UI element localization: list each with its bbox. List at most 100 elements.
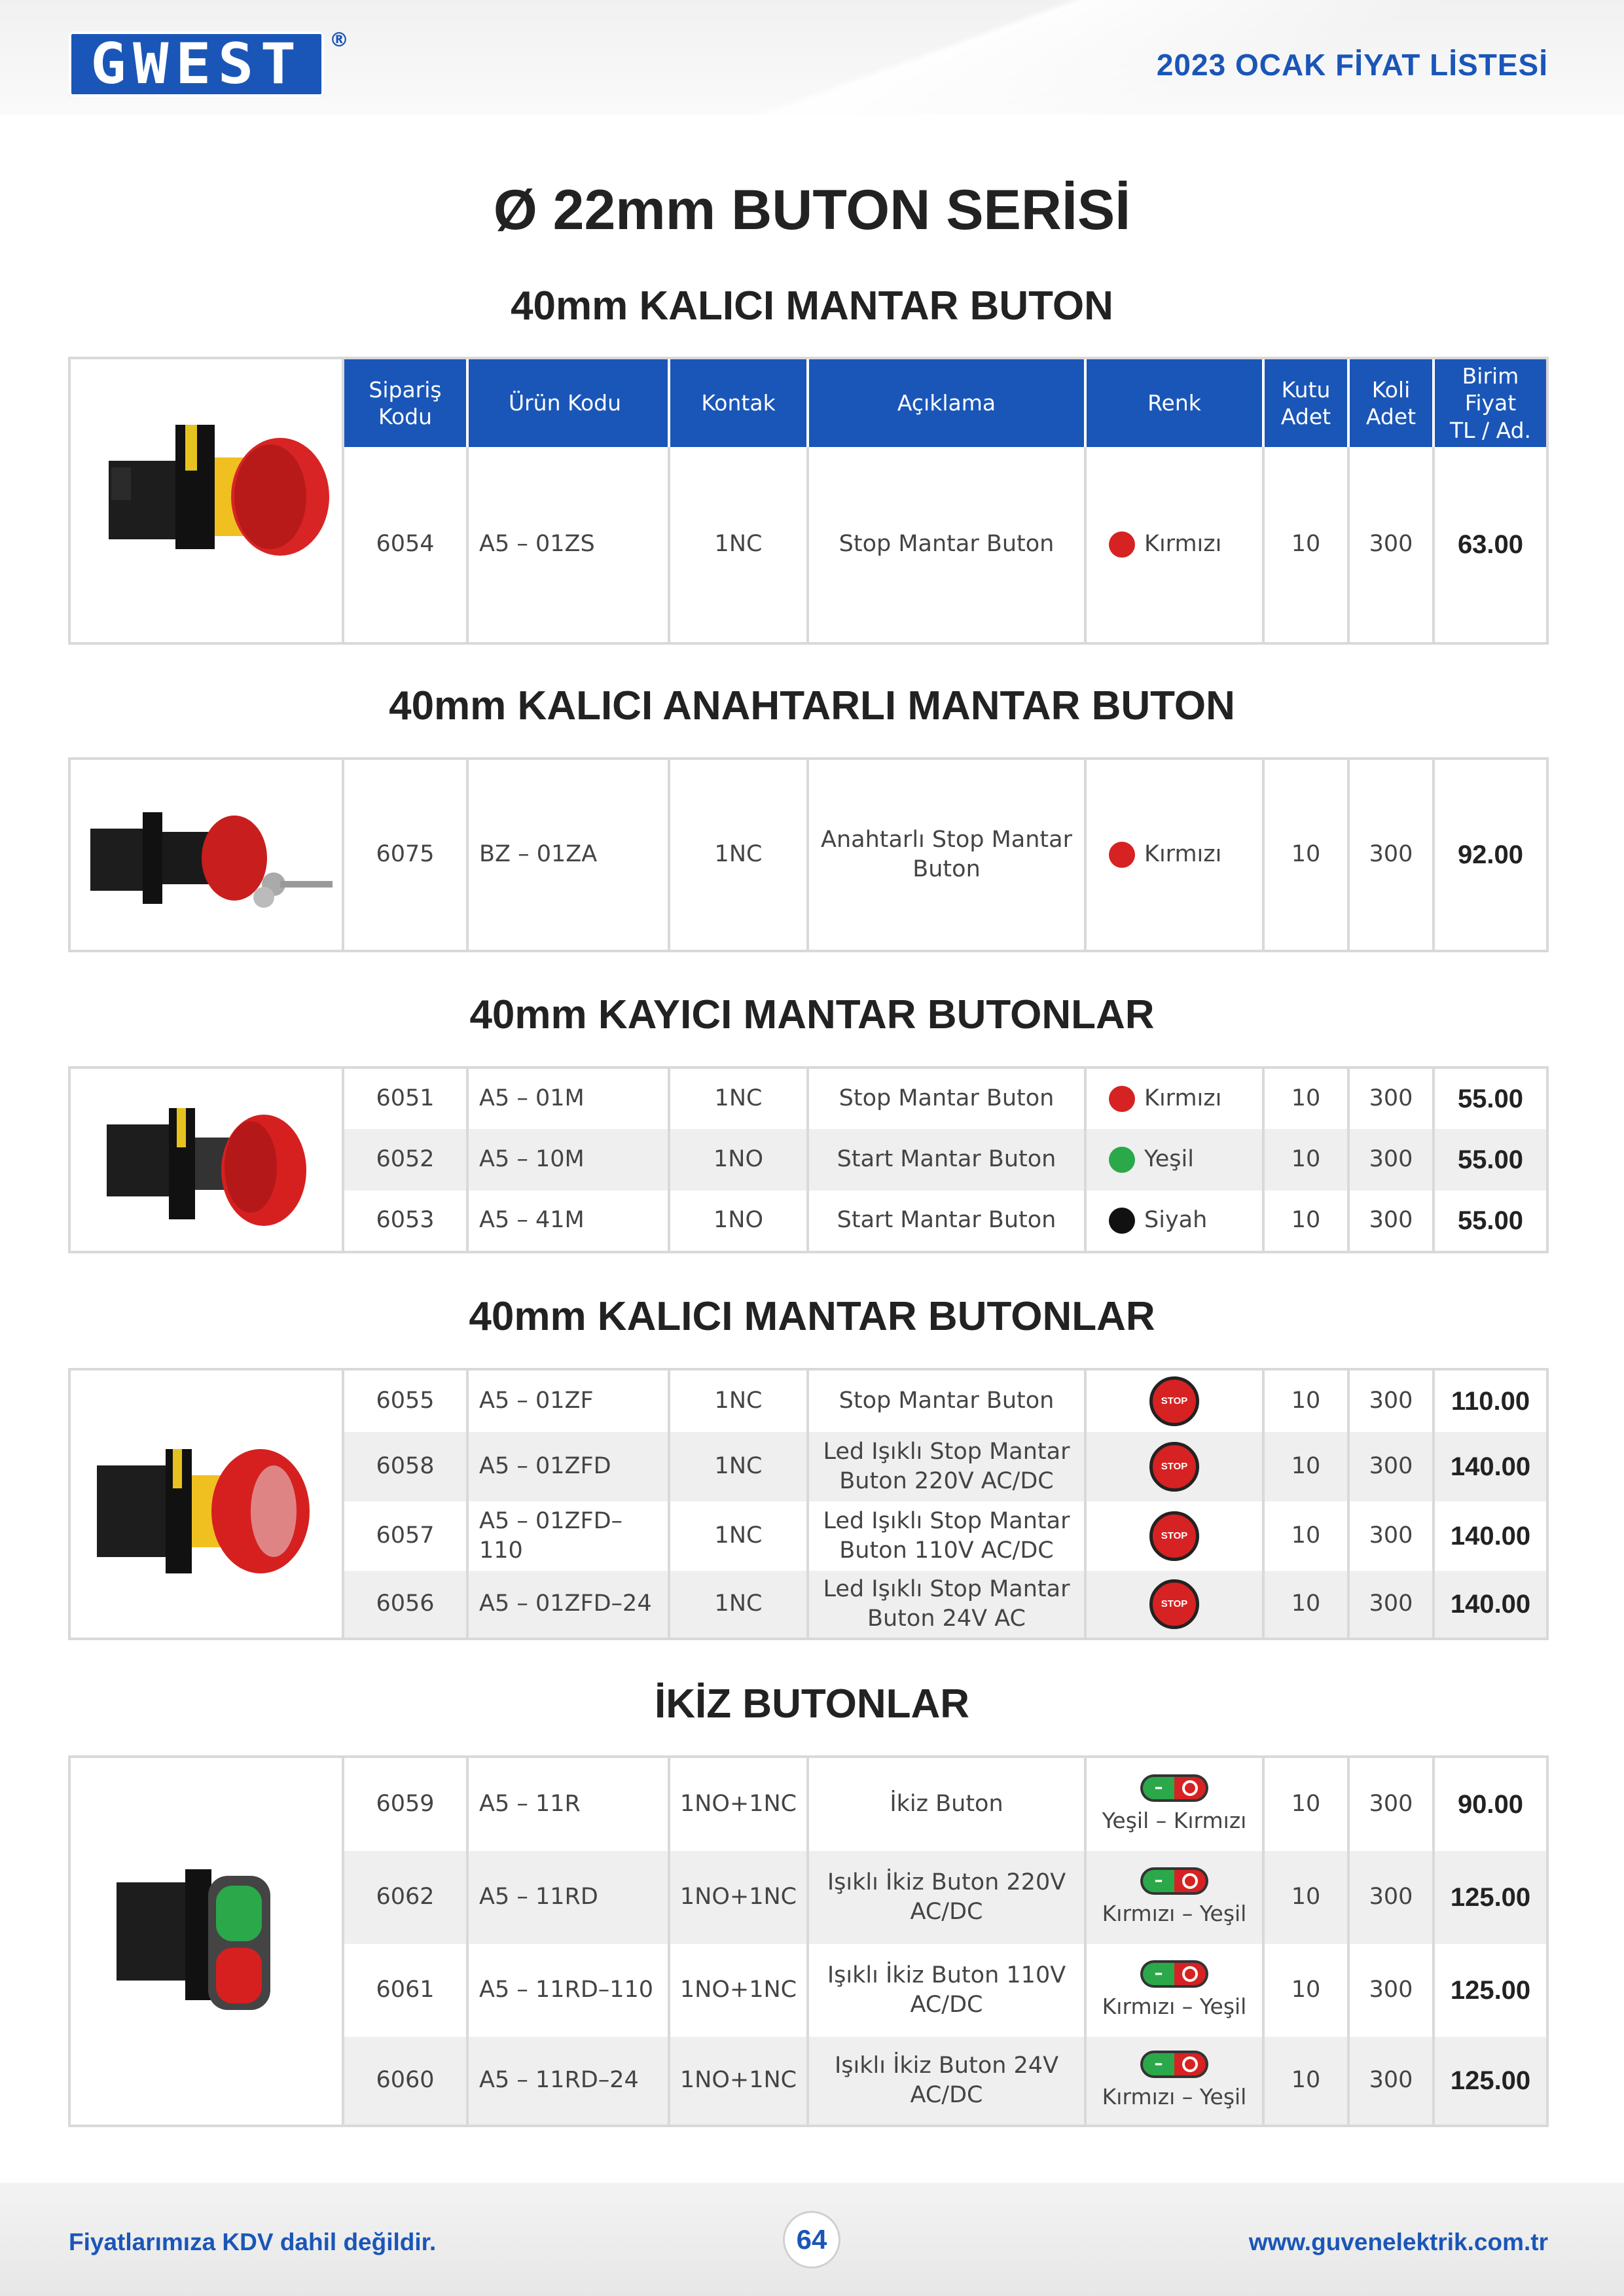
kontak: 1NC (670, 1371, 809, 1432)
aciklama: İkiz Buton (809, 1758, 1087, 1851)
renk: STOP (1087, 1371, 1265, 1432)
koli-adet: 300 (1350, 1758, 1435, 1851)
product-table: 6075 BZ – 01ZA 1NC Anahtarlı Stop Mantar… (68, 757, 1549, 952)
urun-kodu: A5 – 01ZFD (469, 1432, 670, 1501)
koli-adet: 300 (1350, 1432, 1435, 1501)
kontak: 1NO+1NC (670, 1851, 809, 1944)
siparis-kodu: 6056 (344, 1571, 469, 1638)
table-row: 6057 A5 – 01ZFD–110 1NC Led Işıklı Stop … (344, 1501, 1546, 1571)
website-link[interactable]: www.guvenelektrik.com.tr (1249, 2229, 1548, 2256)
section-title: 40mm KAYICI MANTAR BUTONLAR (469, 992, 1155, 1037)
kontak: 1NO+1NC (670, 1944, 809, 2037)
product-image-key-button (71, 760, 344, 950)
birim-fiyat: 110.00 (1451, 1387, 1530, 1416)
renk: Kırmızı (1087, 447, 1265, 642)
koli-adet: 300 (1350, 447, 1435, 642)
koli-adet: 300 (1350, 1944, 1435, 2037)
twin-button-icon: – (1140, 1774, 1208, 1802)
kutu-adet: 10 (1265, 1371, 1350, 1432)
kontak: 1NC (670, 1069, 809, 1129)
urun-kodu: BZ – 01ZA (469, 760, 670, 950)
renk: Kırmızı (1087, 760, 1265, 950)
kontak: 1NC (670, 1432, 809, 1501)
table-row: 6060 A5 – 11RD–24 1NO+1NC Işıklı İkiz Bu… (344, 2037, 1546, 2125)
header-urun-kodu: Ürün Kodu (469, 359, 670, 447)
twin-button-icon: – (1140, 1867, 1208, 1895)
table-row: 6062 A5 – 11RD 1NO+1NC Işıklı İkiz Buton… (344, 1851, 1546, 1944)
koli-adet: 300 (1350, 1571, 1435, 1638)
siparis-kodu: 6060 (344, 2037, 469, 2125)
birim-fiyat: 63.00 (1457, 530, 1524, 559)
renk: – Yeşil – Kırmızı (1087, 1758, 1265, 1851)
product-image-mushroom-button (71, 359, 344, 642)
birim-fiyat: 55.00 (1457, 1085, 1524, 1113)
aciklama: Stop Mantar Buton (809, 1069, 1087, 1129)
stop-icon: STOP (1149, 1579, 1199, 1629)
siparis-kodu: 6075 (344, 760, 469, 950)
twin-button-icon: – (1140, 2050, 1208, 2078)
siparis-kodu: 6062 (344, 1851, 469, 1944)
table-row: 6061 A5 – 11RD–110 1NO+1NC Işıklı İkiz B… (344, 1944, 1546, 2037)
kontak: 1NO (670, 1191, 809, 1251)
stop-icon: STOP (1149, 1511, 1199, 1561)
siparis-kodu: 6055 (344, 1371, 469, 1432)
aciklama: Işıklı İkiz Buton 220V AC/DC (809, 1851, 1087, 1944)
birim-fiyat: 55.00 (1457, 1206, 1524, 1235)
koli-adet: 300 (1350, 1129, 1435, 1191)
header-renk: Renk (1087, 359, 1265, 447)
page-title: Ø 22mm BUTON SERİSİ (493, 179, 1131, 242)
renk: STOP (1087, 1501, 1265, 1571)
kutu-adet: 10 (1265, 1432, 1350, 1501)
siparis-kodu: 6054 (344, 447, 469, 642)
product-table: 6051 A5 – 01M 1NC Stop Mantar Buton Kırm… (68, 1066, 1549, 1253)
urun-kodu: A5 – 10M (469, 1129, 670, 1191)
kontak: 1NO (670, 1129, 809, 1191)
kontak: 1NC (670, 447, 809, 642)
red-dot-icon (1109, 531, 1135, 558)
table-row: 6053 A5 – 41M 1NO Start Mantar Buton Siy… (344, 1191, 1546, 1251)
aciklama: Işıklı İkiz Buton 24V AC/DC (809, 2037, 1087, 2125)
aciklama: Anahtarlı Stop Mantar Buton (809, 760, 1087, 950)
koli-adet: 300 (1350, 2037, 1435, 2125)
product-image-twin-button (71, 1758, 344, 2125)
renk: STOP (1087, 1571, 1265, 1638)
kutu-adet: 10 (1265, 1944, 1350, 2037)
red-dot-icon (1109, 842, 1135, 868)
siparis-kodu: 6058 (344, 1432, 469, 1501)
renk: Siyah (1087, 1191, 1265, 1251)
renk: – Kırmızı – Yeşil (1087, 2037, 1265, 2125)
renk: – Kırmızı – Yeşil (1087, 1851, 1265, 1944)
kutu-adet: 10 (1265, 760, 1350, 950)
header-kutu-adet: Kutu Adet (1265, 359, 1350, 447)
kutu-adet: 10 (1265, 1851, 1350, 1944)
red-dot-icon (1109, 1086, 1135, 1112)
aciklama: Start Mantar Buton (809, 1191, 1087, 1251)
kontak: 1NO+1NC (670, 2037, 809, 2125)
siparis-kodu: 6053 (344, 1191, 469, 1251)
kutu-adet: 10 (1265, 1758, 1350, 1851)
table-header-row: Sipariş Kodu Ürün Kodu Kontak Açıklama R… (344, 359, 1546, 447)
table-row: 6059 A5 – 11R 1NO+1NC İkiz Buton – Yeşil … (344, 1758, 1546, 1851)
kutu-adet: 10 (1265, 447, 1350, 642)
renk: Yeşil (1087, 1129, 1265, 1191)
table-row: 6056 A5 – 01ZFD–24 1NC Led Işıklı Stop M… (344, 1571, 1546, 1638)
aciklama: Start Mantar Buton (809, 1129, 1087, 1191)
urun-kodu: A5 – 01ZFD–24 (469, 1571, 670, 1638)
header-koli-adet: Koli Adet (1350, 359, 1435, 447)
birim-fiyat: 125.00 (1450, 1976, 1531, 2005)
aciklama: Stop Mantar Buton (809, 1371, 1087, 1432)
urun-kodu: A5 – 01M (469, 1069, 670, 1129)
aciklama: Işıklı İkiz Buton 110V AC/DC (809, 1944, 1087, 2037)
birim-fiyat: 125.00 (1450, 2066, 1531, 2095)
birim-fiyat: 140.00 (1450, 1590, 1531, 1619)
kontak: 1NC (670, 1501, 809, 1571)
birim-fiyat: 125.00 (1450, 1883, 1531, 1912)
urun-kodu: A5 – 01ZF (469, 1371, 670, 1432)
product-table: 6055 A5 – 01ZF 1NC Stop Mantar Buton STO… (68, 1368, 1549, 1640)
aciklama: Led Işıklı Stop Mantar Buton 24V AC (809, 1571, 1087, 1638)
black-dot-icon (1109, 1208, 1135, 1234)
product-table: 6059 A5 – 11R 1NO+1NC İkiz Buton – Yeşil … (68, 1755, 1549, 2127)
siparis-kodu: 6051 (344, 1069, 469, 1129)
kutu-adet: 10 (1265, 1191, 1350, 1251)
header-aciklama: Açıklama (809, 359, 1087, 447)
